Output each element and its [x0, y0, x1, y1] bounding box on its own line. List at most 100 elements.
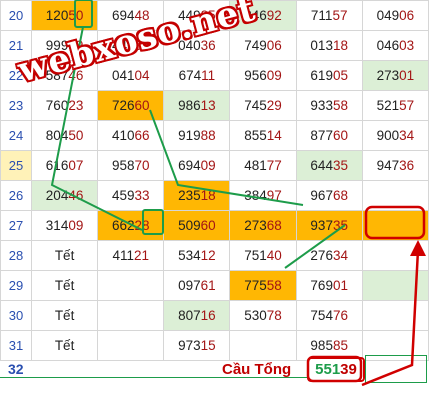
result-cell: 64435	[295, 150, 363, 181]
result-cell: 53078	[229, 300, 297, 331]
result-number-suffix: 11	[201, 68, 216, 83]
result-number-suffix: 09	[266, 68, 282, 83]
result-cell: 72660	[97, 90, 165, 121]
result-number-prefix: 711	[310, 8, 333, 23]
result-cell: 80716	[163, 300, 231, 331]
result-cell: 52157	[361, 90, 429, 121]
prediction-box	[365, 355, 427, 383]
result-number-suffix: 57	[332, 8, 348, 23]
result-cell: 23518	[163, 180, 231, 211]
result-number-suffix: 68	[266, 218, 282, 233]
result-number-suffix: 58	[266, 278, 282, 293]
result-cell: 67411	[163, 60, 231, 91]
result-number-suffix: 85	[332, 338, 348, 353]
result-number-suffix: 33	[134, 188, 150, 203]
result-number-prefix: 662	[111, 218, 135, 233]
result-number-prefix: 276	[310, 248, 333, 263]
result-number-prefix: 754	[310, 308, 333, 323]
result-number-prefix: 967	[310, 188, 333, 203]
table-row: 30 Tết 80716 53078 75476	[0, 300, 429, 331]
result-cell	[361, 240, 429, 271]
result-number-prefix: 530	[244, 308, 267, 323]
result-cell: 41121	[97, 240, 165, 271]
result-cell: Tết	[30, 300, 99, 331]
result-number-suffix: 34	[399, 128, 415, 143]
result-number-suffix: 50	[68, 128, 84, 143]
result-number-suffix: 68	[332, 188, 348, 203]
result-number-suffix: 40	[266, 248, 282, 263]
result-number-prefix: 726	[111, 98, 135, 113]
result-cell: 48177	[229, 150, 297, 181]
result-number-prefix: 749	[244, 38, 267, 53]
result-number-suffix: 18	[332, 38, 348, 53]
result-cell: 90034	[361, 120, 429, 151]
result-cell: 76023	[30, 90, 99, 121]
result-number-suffix: 23	[68, 98, 84, 113]
result-number-suffix: 21	[133, 248, 150, 263]
result-number-suffix: 57	[399, 98, 415, 113]
result-number-prefix: 760	[45, 98, 69, 113]
result-number-prefix: 973	[178, 338, 201, 353]
result-number-prefix: 877	[310, 128, 333, 143]
result-number-suffix: 46	[68, 188, 84, 203]
result-number-prefix: 947	[376, 158, 400, 173]
day-cell: 29	[0, 270, 32, 301]
result-number-prefix: 956	[244, 68, 267, 83]
result-number-prefix: 013	[310, 38, 333, 53]
day-cell: 27	[0, 210, 32, 241]
result-cell: 04906	[361, 0, 429, 31]
result-cell: 96768	[295, 180, 363, 211]
result-number-suffix: 97	[266, 188, 282, 203]
result-number-prefix: 534	[178, 248, 201, 263]
day-cell: 30	[0, 300, 32, 331]
result-cell: 85514	[229, 120, 297, 151]
result-number-suffix: 50	[68, 8, 84, 23]
table-row: 24 80450 41066 91988 85514 87760 90034	[0, 120, 429, 151]
day-cell: 26	[0, 180, 32, 211]
result-cell: 04603	[361, 30, 429, 61]
result-number-suffix: 60	[134, 98, 150, 113]
result-number-prefix: 521	[376, 98, 400, 113]
result-number-prefix: 410	[111, 128, 135, 143]
result-cell: 77558	[229, 270, 297, 301]
result-number-prefix: 097	[178, 278, 201, 293]
result-cell	[361, 300, 429, 331]
result-number-suffix: 92	[266, 8, 282, 23]
result-cell: 94736	[361, 150, 429, 181]
result-number-suffix: 01	[399, 68, 415, 83]
result-number-suffix: 77	[266, 158, 282, 173]
day-cell: 23	[0, 90, 32, 121]
result-number-suffix: 60	[332, 128, 348, 143]
result-number-prefix: 411	[112, 248, 134, 263]
result-number-prefix: 937	[310, 218, 333, 233]
result-cell: 93735	[295, 210, 363, 241]
result-number-prefix: 619	[310, 68, 333, 83]
footer-day: 32	[8, 361, 24, 377]
result-cell	[361, 270, 429, 301]
result-number-prefix: 481	[244, 158, 267, 173]
cau-tong-label: Cầu Tổng	[222, 361, 292, 378]
result-number-prefix: 958	[111, 158, 135, 173]
result-number-prefix: 919	[178, 128, 201, 143]
result-cell	[361, 210, 429, 241]
result-cell: 31409	[30, 210, 99, 241]
day-cell: 25	[0, 150, 32, 181]
table-row: 23 76023 72660 98613 74529 93358 52157	[0, 90, 429, 121]
result-number-prefix: 769	[310, 278, 333, 293]
result-number-suffix: 78	[266, 308, 282, 323]
result-cell: 75140	[229, 240, 297, 271]
result-number-prefix: 674	[178, 68, 202, 83]
table-row: 27 31409 66228 50960 27368 93735	[0, 210, 429, 241]
day-cell: 24	[0, 120, 32, 151]
result-cell: 01318	[295, 30, 363, 61]
result-cell: 41066	[97, 120, 165, 151]
result-number-prefix: 509	[178, 218, 201, 233]
table-row: 25 61607 95870 69409 48177 64435 94736	[0, 150, 429, 181]
table-row: 26 20446 45933 23518 38497 96768	[0, 180, 429, 211]
result-number-prefix: 751	[244, 248, 267, 263]
result-number-prefix: 314	[45, 218, 69, 233]
cau-tong-value-prefix: 551	[315, 361, 341, 378]
result-number-prefix: 933	[310, 98, 333, 113]
result-cell: 27301	[361, 60, 429, 91]
result-cell: 93358	[295, 90, 363, 121]
